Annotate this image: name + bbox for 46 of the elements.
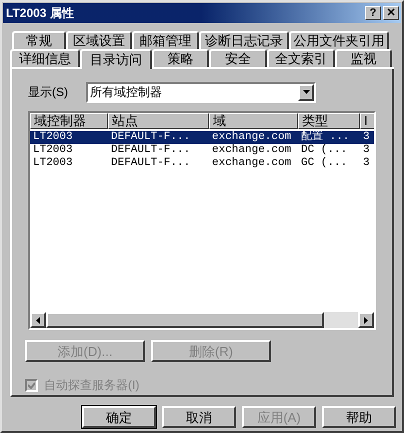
scroll-left-icon[interactable] <box>30 312 46 328</box>
table-cell-text: LT2003 <box>32 131 74 144</box>
table-cell-text: 3 <box>362 131 371 144</box>
scroll-thumb[interactable] <box>46 312 324 328</box>
table-cell-text: exchange.com <box>211 157 292 170</box>
table-cell-text: LT2003 <box>32 144 74 157</box>
column-header[interactable]: I <box>360 113 374 129</box>
table-cell-text: LT2003 <box>32 157 74 170</box>
tab[interactable]: 常规 <box>12 31 66 49</box>
table-cell-text: GC (... <box>300 157 348 170</box>
column-header[interactable]: 类型 <box>298 113 360 129</box>
table-cell-text: DEFAULT-F... <box>110 144 192 157</box>
column-header[interactable]: 域控制器 <box>30 113 108 129</box>
column-header[interactable]: 站点 <box>108 113 209 129</box>
table-cell-text: DC (... <box>300 144 348 157</box>
check-icon <box>28 382 35 388</box>
tab[interactable]: 目录访问 <box>80 49 152 69</box>
table-cell-text: 3 <box>362 144 371 157</box>
dialog-button[interactable]: 帮助 <box>322 406 396 428</box>
close-button[interactable]: ✕ <box>383 6 399 20</box>
tab[interactable]: 区域设置 <box>66 31 132 49</box>
table-cell-text: DEFAULT-F... <box>110 157 192 170</box>
table-cell-text: 3 <box>362 157 371 170</box>
help-button[interactable]: ? <box>365 6 381 20</box>
table-cell-text: DEFAULT-F... <box>110 131 192 144</box>
show-dropdown[interactable]: 所有域控制器 <box>86 82 316 102</box>
column-header[interactable]: 域 <box>209 113 298 129</box>
window-title: LT2003 属性 <box>6 5 75 22</box>
tab[interactable]: 详细信息 <box>10 49 80 67</box>
tab[interactable]: 诊断日志记录 <box>199 31 289 49</box>
tab[interactable]: 全文索引 <box>267 49 335 67</box>
table-cell-text: exchange.com <box>211 131 292 144</box>
dialog-button[interactable]: 确定 <box>82 406 156 428</box>
checkbox-label: 自动探查服务器(I) <box>44 377 140 394</box>
tab[interactable]: 安全 <box>209 49 267 67</box>
tab[interactable]: 公用文件夹引用 <box>289 31 389 49</box>
table-row[interactable]: LT2003 DEFAULT-F... exchange.com DC (... 3 <box>30 144 374 157</box>
table-cell-text: exchange.com <box>211 144 292 157</box>
tab[interactable]: 策略 <box>152 49 209 67</box>
dialog-button[interactable]: 取消 <box>162 406 236 428</box>
show-label: 显示(S) <box>28 84 69 101</box>
table-row[interactable]: LT2003 DEFAULT-F... exchange.com GC (... 3 <box>30 157 374 170</box>
horizontal-scrollbar[interactable] <box>30 312 374 328</box>
scroll-right-icon[interactable] <box>358 312 374 328</box>
tab[interactable]: 邮箱管理 <box>132 31 199 49</box>
tab[interactable]: 监视 <box>335 49 392 67</box>
